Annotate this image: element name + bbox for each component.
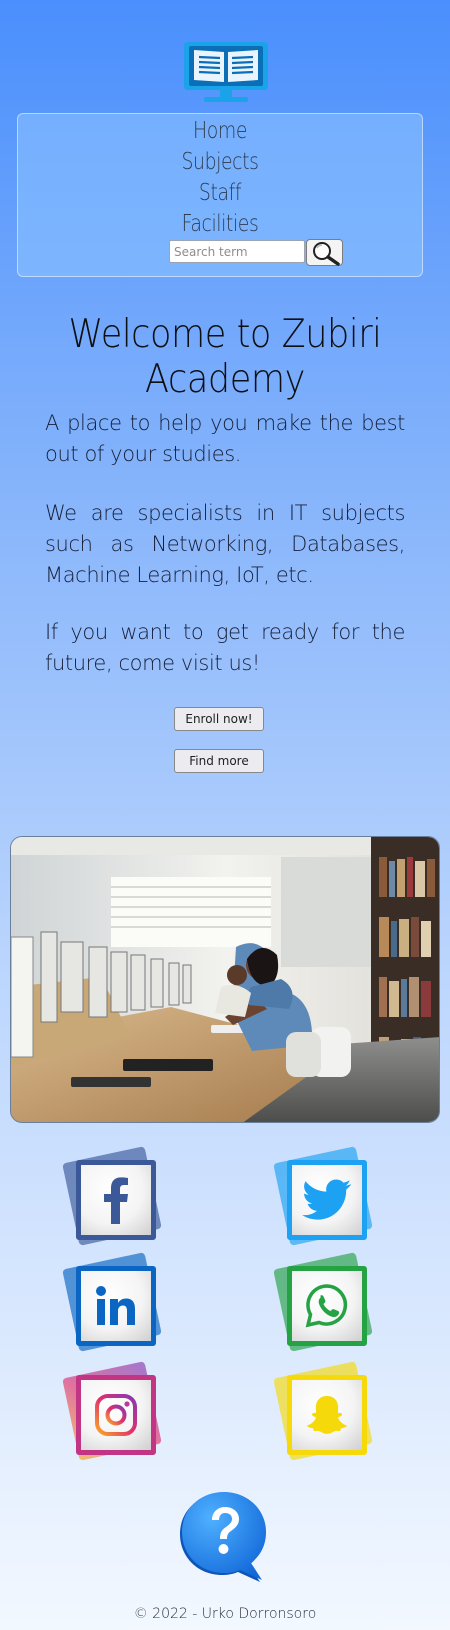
nav-item-facilities[interactable]: Facilities xyxy=(54,209,385,240)
site-logo[interactable] xyxy=(182,42,270,104)
intro-paragraph: A place to help you make the best out of… xyxy=(45,411,405,466)
find-more-button[interactable]: Find more xyxy=(174,749,264,773)
instagram-link[interactable] xyxy=(62,1361,166,1465)
nav-item-home[interactable]: Home xyxy=(54,116,385,147)
specialties-paragraph: We are specialists in IT subjects such a… xyxy=(45,501,405,587)
magnifier-icon xyxy=(313,242,340,266)
classroom-photo xyxy=(10,836,440,1123)
twitter-link[interactable] xyxy=(273,1146,377,1250)
whatsapp-link[interactable] xyxy=(273,1252,377,1356)
facebook-icon xyxy=(104,1177,128,1224)
linkedin-icon xyxy=(96,1286,135,1325)
twitter-icon xyxy=(302,1179,352,1220)
footer-copyright: © 2022 - Urko Dorronsoro xyxy=(133,1606,317,1622)
enroll-button[interactable]: Enroll now! xyxy=(174,707,264,731)
snapchat-link[interactable] xyxy=(273,1361,377,1465)
linkedin-link[interactable] xyxy=(62,1252,166,1356)
nav-item-staff[interactable]: Staff xyxy=(54,178,385,209)
instagram-icon xyxy=(95,1394,137,1436)
nav-list: Home Subjects Staff Facilities xyxy=(18,116,422,240)
open-book-monitor-icon xyxy=(184,42,268,102)
visit-paragraph: If you want to get ready for the future,… xyxy=(45,620,405,675)
facebook-link[interactable] xyxy=(62,1146,166,1250)
snapchat-icon xyxy=(307,1396,347,1434)
search-button[interactable] xyxy=(306,239,343,266)
question-bubble-icon xyxy=(180,1492,266,1582)
help-button[interactable] xyxy=(178,1490,270,1586)
page-title: Welcome to Zubiri Academy xyxy=(68,312,382,402)
search-input[interactable] xyxy=(169,240,305,263)
main-nav: Home Subjects Staff Facilities xyxy=(17,113,423,277)
nav-item-subjects[interactable]: Subjects xyxy=(54,147,385,178)
whatsapp-icon xyxy=(305,1284,348,1328)
